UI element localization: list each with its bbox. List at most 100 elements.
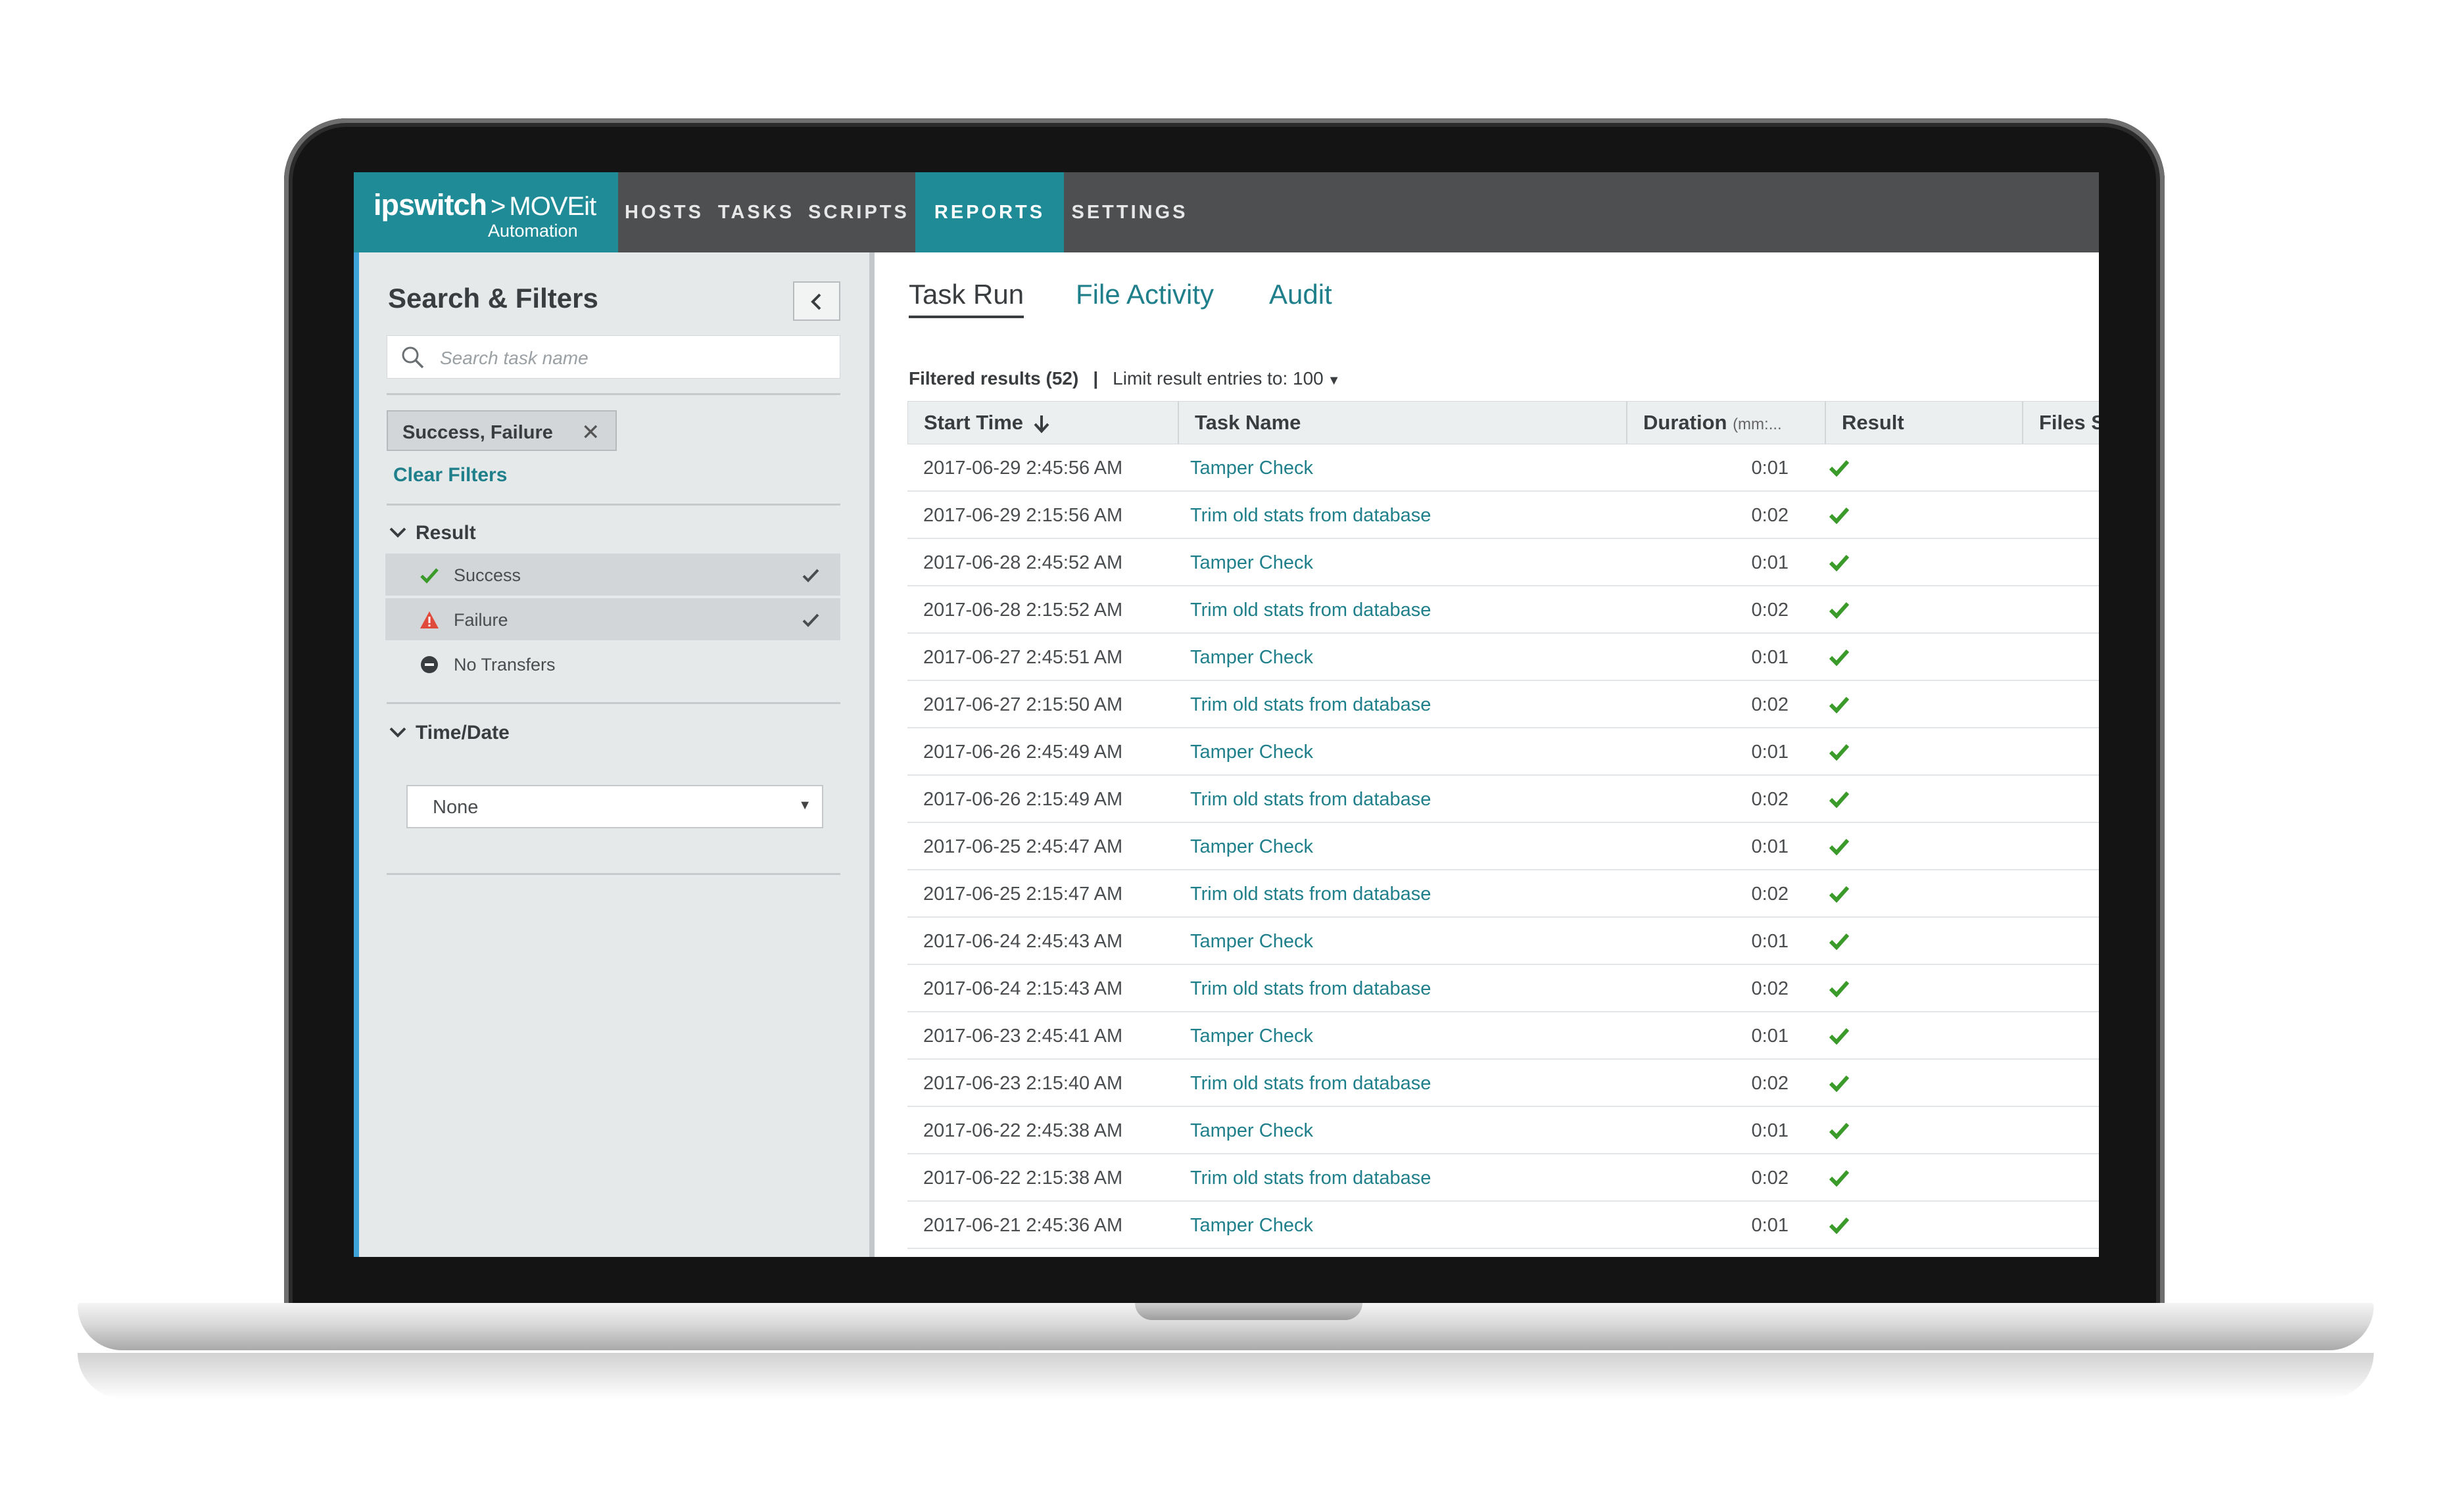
table-row[interactable]: 2017-06-23 2:45:41 AM Tamper Check 0:01 <box>907 1012 2099 1060</box>
cell-duration: 0:01 <box>1751 931 1789 952</box>
brand-logo[interactable]: ipswitch > MOVEit Automation <box>354 172 618 252</box>
table-row[interactable]: 2017-06-23 2:15:40 AM Trim old stats from… <box>907 1060 2099 1107</box>
cell-task-name-link[interactable]: Tamper Check <box>1190 1026 1313 1047</box>
warning-icon <box>420 611 439 628</box>
nav-tasks[interactable]: TASKS <box>710 172 802 252</box>
table-row[interactable]: 2017-06-29 2:45:56 AM Tamper Check 0:01 <box>907 444 2099 492</box>
search-input[interactable]: Search task name <box>387 335 840 379</box>
cell-task-name-link[interactable]: Tamper Check <box>1190 931 1313 953</box>
cell-task-name-link[interactable]: Trim old stats from database <box>1190 978 1431 1000</box>
laptop-notch <box>1135 1303 1362 1320</box>
success-check-icon <box>1829 744 1850 761</box>
time-date-select[interactable]: None ▼ <box>406 785 823 828</box>
limit-entries-dropdown[interactable]: Limit result entries to: 100 ▼ <box>1113 368 1340 389</box>
table-row[interactable]: 2017-06-21 2:45:36 AM Tamper Check 0:01 <box>907 1202 2099 1249</box>
success-check-icon <box>1829 554 1850 572</box>
brand-name: ipswitch <box>373 188 487 222</box>
success-check-icon <box>1829 1028 1850 1045</box>
summary-separator: | <box>1093 368 1099 389</box>
collapse-sidebar-button[interactable] <box>793 281 840 321</box>
column-header-start-time[interactable]: Start Time <box>908 402 1179 444</box>
filter-option-no-transfers[interactable]: No Transfers <box>385 643 840 685</box>
nav-scripts[interactable]: SCRIPTS <box>802 172 915 252</box>
brand-subtitle: Automation <box>488 221 578 241</box>
column-header-files[interactable]: Files S <box>2023 402 2099 444</box>
cell-task-name-link[interactable]: Trim old stats from database <box>1190 694 1431 716</box>
time-date-section-toggle[interactable]: Time/Date <box>388 722 510 744</box>
table-row[interactable]: 2017-06-27 2:15:50 AM Trim old stats from… <box>907 681 2099 728</box>
nav-reports[interactable]: REPORTS <box>915 172 1064 252</box>
cell-task-name-link[interactable]: Tamper Check <box>1190 1215 1313 1237</box>
minus-circle-icon <box>421 656 438 673</box>
filter-option-label: No Transfers <box>454 655 556 674</box>
cell-task-name-link[interactable]: Trim old stats from database <box>1190 1073 1431 1095</box>
cell-task-name-link[interactable]: Tamper Check <box>1190 458 1313 479</box>
success-check-icon <box>1829 886 1850 903</box>
check-icon <box>420 568 439 584</box>
cell-start-time: 2017-06-29 2:45:56 AM <box>923 458 1123 479</box>
tab-task-run[interactable]: Task Run <box>909 279 1024 318</box>
cell-task-name-link[interactable]: Tamper Check <box>1190 742 1313 763</box>
cell-start-time: 2017-06-22 2:15:38 AM <box>923 1168 1123 1189</box>
table-row[interactable]: 2017-06-27 2:45:51 AM Tamper Check 0:01 <box>907 634 2099 681</box>
cell-task-name-link[interactable]: Tamper Check <box>1190 552 1313 574</box>
result-section-toggle[interactable]: Result <box>388 522 476 544</box>
selected-check-icon <box>802 613 819 627</box>
nav-settings[interactable]: SETTINGS <box>1064 172 1195 252</box>
success-check-icon <box>1829 460 1850 477</box>
cell-task-name-link[interactable]: Trim old stats from database <box>1190 789 1431 811</box>
table-row[interactable]: 2017-06-24 2:15:43 AM Trim old stats from… <box>907 965 2099 1012</box>
success-check-icon <box>1829 649 1850 667</box>
column-header-result[interactable]: Result <box>1826 402 2023 444</box>
success-check-icon <box>1829 838 1850 856</box>
cell-start-time: 2017-06-24 2:45:43 AM <box>923 931 1123 952</box>
table-row[interactable]: 2017-06-24 2:45:43 AM Tamper Check 0:01 <box>907 918 2099 965</box>
table-row[interactable]: 2017-06-22 2:45:38 AM Tamper Check 0:01 <box>907 1107 2099 1154</box>
table-row[interactable]: 2017-06-26 2:45:49 AM Tamper Check 0:01 <box>907 728 2099 776</box>
table-row[interactable]: 2017-06-25 2:15:47 AM Trim old stats from… <box>907 870 2099 918</box>
sidebar-title: Search & Filters <box>388 283 598 314</box>
clear-filters-link[interactable]: Clear Filters <box>393 464 507 486</box>
results-summary: Filtered results (52) | Limit result entri… <box>909 368 1341 389</box>
cell-start-time: 2017-06-26 2:45:49 AM <box>923 742 1123 763</box>
chevron-down-icon <box>389 727 406 738</box>
result-section-heading: Result <box>416 522 476 544</box>
column-header-task-name[interactable]: Task Name <box>1179 402 1627 444</box>
caret-down-icon: ▼ <box>798 798 811 813</box>
filter-option-label: Success <box>454 565 521 585</box>
filter-option-success[interactable]: Success <box>385 554 840 596</box>
cell-duration: 0:02 <box>1751 1168 1789 1189</box>
column-header-duration[interactable]: Duration (mm:... <box>1627 402 1826 444</box>
cell-task-name-link[interactable]: Trim old stats from database <box>1190 505 1431 527</box>
tab-file-activity[interactable]: File Activity <box>1076 279 1214 310</box>
cell-start-time: 2017-06-25 2:45:47 AM <box>923 836 1123 857</box>
tab-audit[interactable]: Audit <box>1269 279 1332 310</box>
cell-task-name-link[interactable]: Tamper Check <box>1190 647 1313 669</box>
table-row[interactable]: 2017-06-28 2:45:52 AM Tamper Check 0:01 <box>907 539 2099 586</box>
cell-duration: 0:02 <box>1751 978 1789 999</box>
cell-start-time: 2017-06-23 2:15:40 AM <box>923 1073 1123 1094</box>
divider <box>387 873 840 875</box>
success-check-icon <box>1829 791 1850 809</box>
cell-task-name-link[interactable]: Trim old stats from database <box>1190 1168 1431 1189</box>
cell-task-name-link[interactable]: Trim old stats from database <box>1190 884 1431 905</box>
success-check-icon <box>1829 1169 1850 1187</box>
table-row[interactable]: 2017-06-22 2:15:38 AM Trim old stats from… <box>907 1154 2099 1202</box>
cell-task-name-link[interactable]: Tamper Check <box>1190 1120 1313 1142</box>
table-row[interactable]: 2017-06-28 2:15:52 AM Trim old stats from… <box>907 586 2099 634</box>
chevron-down-icon <box>389 527 406 538</box>
table-row[interactable]: 2017-06-25 2:45:47 AM Tamper Check 0:01 <box>907 823 2099 870</box>
nav-hosts[interactable]: HOSTS <box>618 172 710 252</box>
table-row[interactable]: 2017-06-29 2:15:56 AM Trim old stats from… <box>907 492 2099 539</box>
column-header-label: Start Time <box>924 411 1024 434</box>
arrow-down-icon <box>1034 415 1049 433</box>
cell-start-time: 2017-06-29 2:15:56 AM <box>923 505 1123 526</box>
filter-option-failure[interactable]: Failure <box>385 598 840 640</box>
time-date-section-heading: Time/Date <box>416 722 510 744</box>
cell-task-name-link[interactable]: Tamper Check <box>1190 836 1313 858</box>
cell-task-name-link[interactable]: Trim old stats from database <box>1190 600 1431 621</box>
brand-product: MOVEit <box>509 192 596 221</box>
table-row[interactable]: 2017-06-26 2:15:49 AM Trim old stats from… <box>907 776 2099 823</box>
remove-filter-icon[interactable]: ✕ <box>581 419 600 446</box>
divider <box>387 393 840 395</box>
